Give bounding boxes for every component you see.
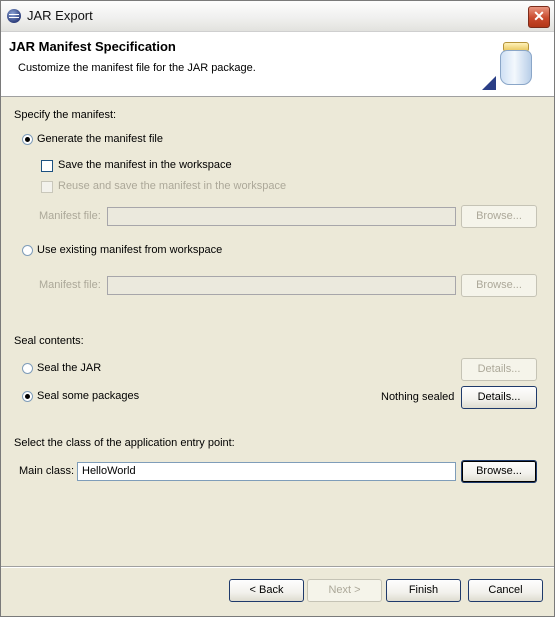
seal-section-label: Seal contents:: [14, 335, 84, 347]
manifest-section-label: Specify the manifest:: [14, 109, 117, 121]
reuse-manifest-checkbox[interactable]: [41, 181, 53, 193]
existing-manifest-browse-button[interactable]: Browse...: [461, 274, 537, 297]
page-description: Customize the manifest file for the JAR …: [18, 62, 256, 74]
close-button[interactable]: ✕: [528, 6, 550, 28]
close-icon: ✕: [533, 8, 545, 24]
seal-status-text: Nothing sealed: [381, 391, 455, 403]
eclipse-icon: [7, 9, 21, 23]
save-manifest-label[interactable]: Save the manifest in the workspace: [58, 159, 232, 171]
main-class-input[interactable]: HelloWorld: [77, 462, 456, 481]
manifest-browse-button[interactable]: Browse...: [461, 205, 537, 228]
reuse-manifest-label: Reuse and save the manifest in the works…: [58, 180, 287, 192]
existing-manifest-radio[interactable]: [22, 245, 33, 256]
back-button[interactable]: < Back: [229, 579, 304, 602]
main-class-label: Main class:: [19, 465, 75, 477]
manifest-file-label: Manifest file:: [39, 210, 101, 222]
export-arrow-icon: [482, 76, 496, 90]
finish-button[interactable]: Finish: [386, 579, 461, 602]
manifest-file-field[interactable]: [107, 207, 456, 226]
generate-manifest-label[interactable]: Generate the manifest file: [37, 133, 163, 145]
window-title: JAR Export: [27, 8, 93, 23]
seal-some-packages-label[interactable]: Seal some packages: [37, 390, 139, 402]
next-button[interactable]: Next >: [307, 579, 382, 602]
existing-manifest-file-field[interactable]: [107, 276, 456, 295]
seal-some-packages-radio[interactable]: [22, 391, 33, 402]
manifest-file-label-2: Manifest file:: [39, 279, 101, 291]
seal-packages-details-button[interactable]: Details...: [461, 386, 537, 409]
seal-jar-radio[interactable]: [22, 363, 33, 374]
seal-jar-details-button[interactable]: Details...: [461, 358, 537, 381]
main-class-browse-button[interactable]: Browse...: [461, 460, 537, 483]
cancel-button[interactable]: Cancel: [468, 579, 543, 602]
save-manifest-checkbox[interactable]: [41, 160, 53, 172]
title-bar: JAR Export ✕: [1, 1, 554, 32]
wizard-header: JAR Manifest Specification Customize the…: [1, 32, 554, 97]
button-bar-separator: [1, 566, 554, 568]
existing-manifest-label[interactable]: Use existing manifest from workspace: [37, 244, 222, 256]
seal-jar-label[interactable]: Seal the JAR: [37, 362, 101, 374]
entry-section-label: Select the class of the application entr…: [14, 437, 235, 449]
generate-manifest-radio[interactable]: [22, 134, 33, 145]
jar-icon: [498, 42, 532, 85]
page-title: JAR Manifest Specification: [9, 39, 176, 54]
jar-export-dialog: JAR Export ✕ JAR Manifest Specification …: [0, 0, 555, 617]
